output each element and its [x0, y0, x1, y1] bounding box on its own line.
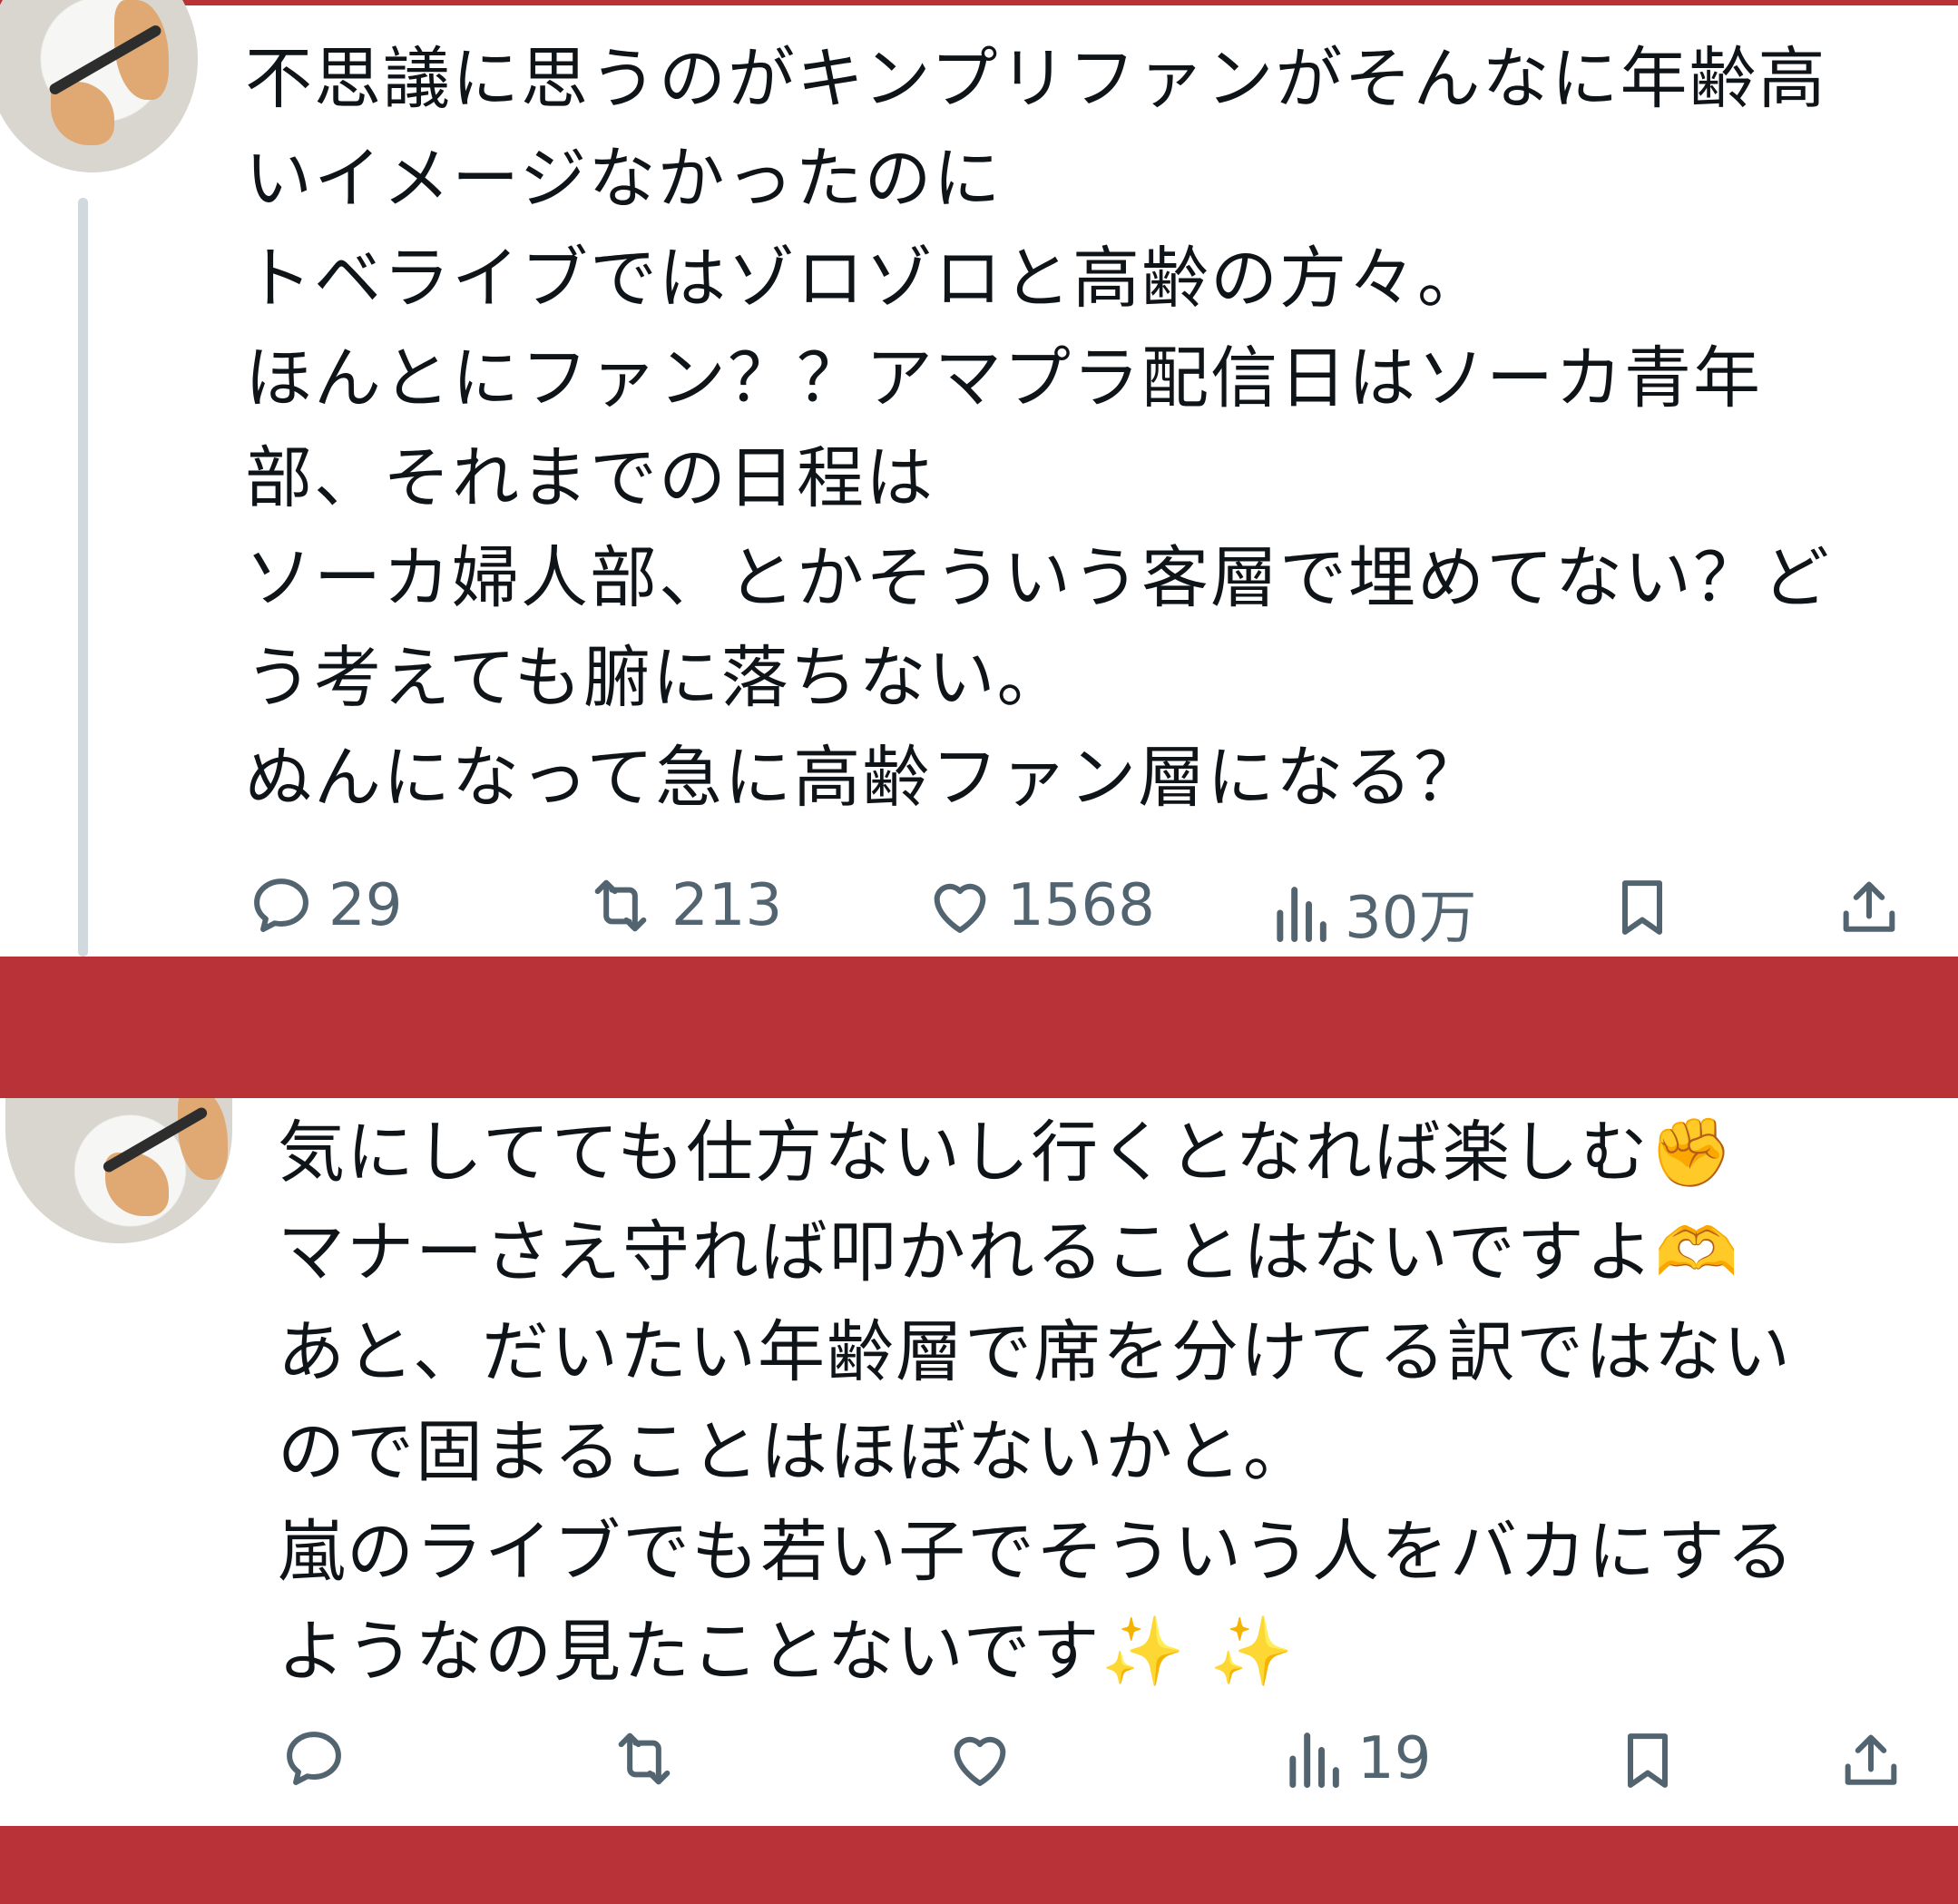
share-button[interactable]	[1835, 871, 1904, 944]
share-icon	[1835, 871, 1904, 944]
bookmark-button[interactable]	[1608, 871, 1677, 944]
views-button[interactable]: 19	[1281, 1724, 1431, 1793]
reply-button[interactable]: 29	[247, 871, 402, 940]
like-button[interactable]	[945, 1724, 1027, 1793]
retweet-count: 213	[671, 872, 783, 939]
bookmark-icon	[1608, 871, 1677, 944]
retweet-icon	[583, 871, 659, 940]
heart-icon	[925, 871, 994, 940]
like-button[interactable]: 1568	[925, 871, 1155, 940]
bookmark-button[interactable]	[1613, 1724, 1682, 1797]
share-icon	[1836, 1724, 1905, 1797]
retweet-button[interactable]: 213	[583, 871, 782, 940]
red-divider-band	[0, 1826, 1958, 1904]
reply-button[interactable]	[279, 1724, 361, 1793]
view-count: 30万	[1345, 885, 1477, 952]
red-divider-band	[0, 957, 1958, 1098]
reply-icon	[247, 871, 316, 940]
tweet-text: 不思議に思うのがキンプリファンがそんなに年齢高 いイメージなかったのに トベライ…	[245, 40, 1831, 817]
views-icon	[1268, 878, 1332, 947]
avatar[interactable]	[0, 0, 198, 172]
reply-icon	[279, 1724, 348, 1793]
retweet-icon	[606, 1724, 682, 1793]
share-button[interactable]	[1836, 1724, 1905, 1797]
tweet: 気にしてても仕方ないし行くとなれば楽しむ✊ マナーさえ守れば叩かれることはないで…	[0, 1098, 1958, 1826]
tweet-text: 気にしてても仕方ないし行くとなれば楽しむ✊ マナーさえ守れば叩かれることはないで…	[278, 1114, 1796, 1691]
action-bar: 29 213 1568 30万	[0, 871, 1958, 962]
bookmark-icon	[1613, 1724, 1682, 1797]
avatar[interactable]	[5, 1098, 232, 1243]
views-button[interactable]: 30万	[1268, 871, 1476, 955]
views-icon	[1281, 1724, 1345, 1793]
tweet: 不思議に思うのがキンプリファンがそんなに年齢高 いイメージなかったのに トベライ…	[0, 0, 1958, 957]
retweet-button[interactable]	[606, 1724, 695, 1793]
like-count: 1568	[1007, 872, 1155, 939]
reply-count: 29	[328, 872, 403, 939]
thread-line	[78, 198, 88, 957]
heart-icon	[945, 1724, 1014, 1793]
action-bar: 19	[0, 1724, 1958, 1815]
view-count: 19	[1357, 1725, 1432, 1792]
